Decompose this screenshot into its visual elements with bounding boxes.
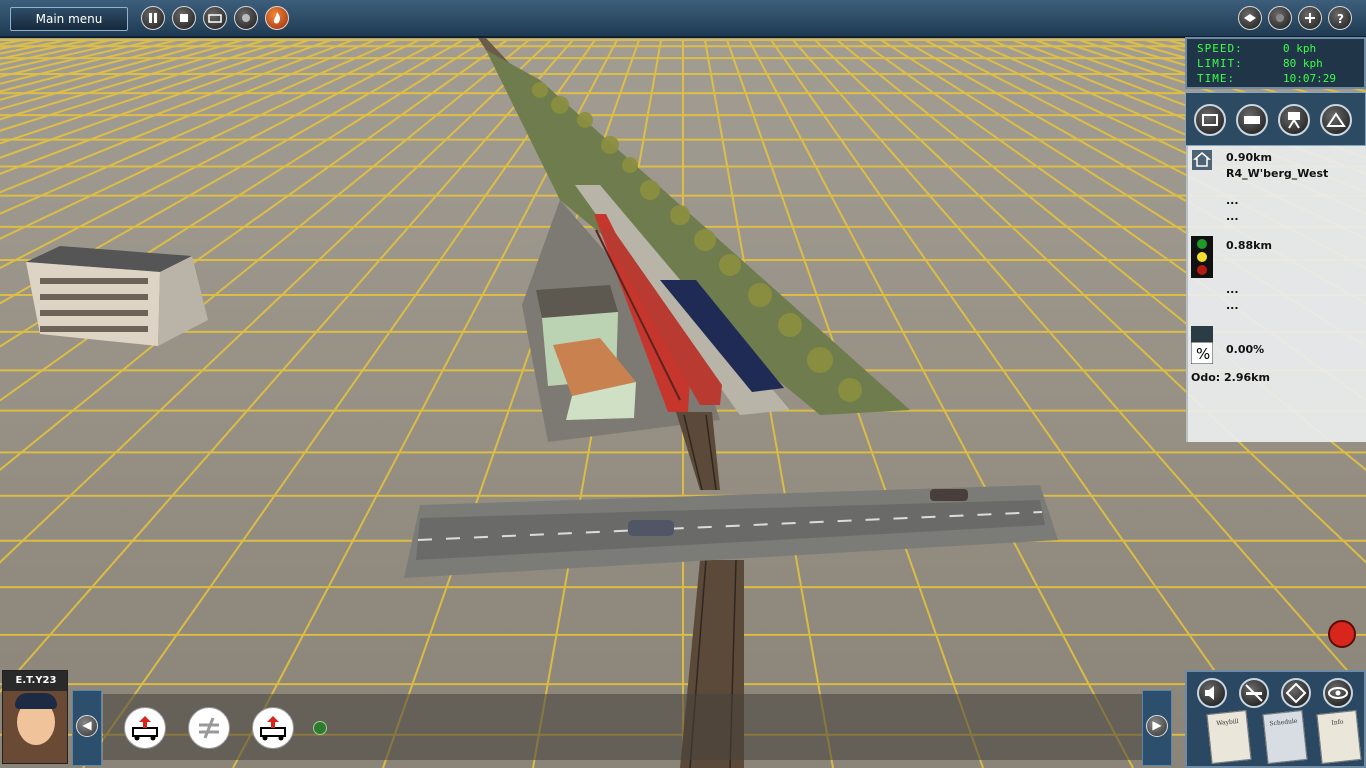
world-viewport[interactable] (0, 0, 1366, 768)
station-placeholder-1: ... (1226, 194, 1239, 207)
speed-value: 0 kph (1283, 42, 1317, 55)
schedule-label: Schedule (1269, 717, 1298, 728)
sound-icon (1205, 686, 1214, 700)
flame-icon (273, 12, 281, 24)
signal-placeholder-2: ... (1226, 299, 1239, 312)
speed-hud: SPEED: 0 kph LIMIT: 80 kph TIME: 10:07:2… (1185, 37, 1366, 89)
decouple-button-2[interactable] (252, 707, 294, 749)
add-icon (1305, 13, 1315, 23)
info-document[interactable]: Info (1316, 710, 1362, 764)
scroll-right-button[interactable]: ▶ (1142, 690, 1172, 766)
layers-icon (1244, 14, 1256, 22)
stop-icon (180, 14, 188, 22)
stop-button[interactable] (172, 6, 196, 30)
cab-camera-icon (1202, 114, 1218, 126)
info-label: Info (1331, 718, 1344, 727)
record-button[interactable] (234, 6, 258, 30)
cab-camera-button[interactable] (1194, 104, 1226, 136)
station-name: R4_W'berg_West (1226, 167, 1329, 180)
limit-label: LIMIT: (1197, 57, 1243, 70)
arrow-left-icon: ◀ (76, 715, 98, 737)
external-camera-icon (1244, 116, 1260, 124)
keyboard-icon (208, 14, 222, 23)
diamond-button[interactable] (1281, 678, 1311, 708)
svg-text:?: ? (1337, 12, 1344, 26)
record-icon (242, 14, 250, 22)
no-smoke-button[interactable] (1239, 678, 1269, 708)
odometer: Odo: 2.96km (1191, 371, 1270, 384)
sound-button[interactable] (1197, 678, 1227, 708)
external-camera-button[interactable] (1236, 104, 1268, 136)
driver-tools-panel: Waybill Schedule Info (1185, 670, 1366, 768)
eye-icon (1328, 687, 1348, 699)
grade-icon: % (1191, 326, 1213, 364)
decouple-icon (132, 716, 158, 741)
schedule-document[interactable]: Schedule (1262, 710, 1308, 764)
station-placeholder-2: ... (1226, 210, 1239, 223)
decouple-icon (260, 716, 286, 741)
avatar[interactable]: E.T.Y23 (2, 670, 68, 764)
sphere-icon (1276, 14, 1284, 22)
avatar-cap (15, 693, 57, 709)
scroll-left-button[interactable]: ◀ (72, 690, 102, 766)
no-smoke-icon (1245, 684, 1263, 702)
junction-switch-icon (199, 717, 219, 739)
signal-distance: 0.88km (1226, 239, 1272, 252)
svg-text:%: % (1196, 345, 1210, 363)
speed-label: SPEED: (1197, 42, 1243, 55)
avatar-label: E.T.Y23 (3, 671, 67, 691)
small-go-icon[interactable] (313, 721, 327, 735)
tripod-camera-button[interactable] (1278, 104, 1310, 136)
junction-switch-button[interactable] (188, 707, 230, 749)
help-button[interactable]: ? (1328, 6, 1352, 30)
decouple-button-1[interactable] (124, 707, 166, 749)
help-icon: ? (1337, 12, 1344, 26)
grade-value: 0.00% (1226, 343, 1265, 356)
main-menu-button[interactable]: Main menu (10, 7, 128, 31)
arrow-right-icon: ▶ (1146, 715, 1168, 737)
add-button[interactable] (1298, 6, 1322, 30)
signal-placeholder-1: ... (1226, 283, 1239, 296)
waybill-document[interactable]: Waybill (1206, 710, 1252, 764)
sphere-button[interactable] (1268, 6, 1292, 30)
red-alert-indicator[interactable] (1328, 620, 1356, 648)
eye-button[interactable] (1323, 678, 1353, 708)
camera-buttons (1185, 92, 1366, 146)
top-toolbar: Main menu ? (0, 0, 1366, 38)
diamond-icon (1285, 682, 1307, 704)
station-distance: 0.90km (1226, 151, 1272, 164)
pause-button[interactable] (141, 6, 165, 30)
limit-value: 80 kph (1283, 57, 1323, 70)
keyboard-button[interactable] (203, 6, 227, 30)
flame-button[interactable] (265, 6, 289, 30)
free-camera-icon (1326, 112, 1346, 127)
time-value: 10:07:29 (1283, 72, 1336, 85)
apartment-building (26, 246, 208, 346)
waybill-label: Waybill (1216, 717, 1239, 728)
tripod-camera-icon (1288, 112, 1300, 129)
free-camera-button[interactable] (1320, 104, 1352, 136)
time-label: TIME: (1197, 72, 1236, 85)
layers-button[interactable] (1238, 6, 1262, 30)
route-info-panel: 0.90km R4_W'berg_West ... ... 0.88km ...… (1186, 146, 1366, 442)
station-icon (1192, 150, 1212, 170)
pause-icon (149, 13, 157, 23)
signal-icon (1191, 236, 1213, 278)
